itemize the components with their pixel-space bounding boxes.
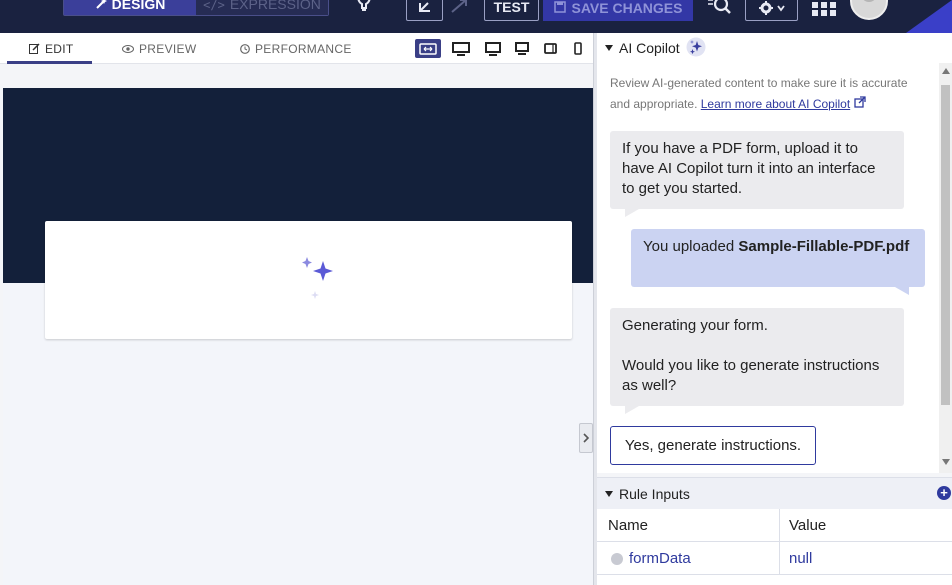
- external-link-icon[interactable]: [853, 96, 866, 111]
- redo-icon[interactable]: [448, 0, 472, 21]
- ai-message-bubble: Generating your form. Would you like to …: [610, 308, 904, 406]
- editor-tab-bar: EDIT PREVIEW PERFORMANCE: [0, 33, 596, 64]
- gear-icon: [758, 1, 785, 15]
- input-status-dot: [611, 553, 623, 565]
- top-bar: DESIGN </> EXPRESSION TEST SAVE CHANGES: [0, 0, 952, 33]
- generate-instructions-button[interactable]: Yes, generate instructions.: [610, 426, 816, 465]
- scroll-down-arrow[interactable]: [942, 459, 950, 465]
- fit-width-icon: [419, 42, 437, 55]
- ai-message-line: Generating your form.: [622, 317, 768, 334]
- tab-edit[interactable]: EDIT: [29, 33, 74, 64]
- phone-icon: [574, 42, 582, 55]
- scroll-up-arrow[interactable]: [942, 68, 950, 74]
- ai-message-line: Would you like to generate instructions …: [622, 357, 880, 394]
- rule-input-name[interactable]: formData: [629, 550, 691, 567]
- lightbulb-icon[interactable]: [354, 0, 374, 17]
- monitor-icon: [485, 41, 501, 56]
- eye-icon: [122, 44, 134, 53]
- copilot-chat: Review AI-generated content to make sure…: [597, 63, 939, 473]
- device-desktop-wide-button[interactable]: [450, 39, 472, 58]
- device-fit-width-button[interactable]: [415, 39, 441, 58]
- bubble-tail: [625, 406, 639, 414]
- collapse-caret-icon: [605, 490, 613, 497]
- device-phone-button[interactable]: [571, 39, 585, 58]
- uploaded-filename: Sample-Fillable-PDF.pdf: [738, 238, 910, 255]
- clock-icon: [240, 43, 250, 54]
- add-rule-input-icon[interactable]: +: [937, 486, 951, 500]
- tab-performance[interactable]: PERFORMANCE: [240, 33, 352, 64]
- copilot-title: AI Copilot: [619, 40, 680, 56]
- settings-menu-button[interactable]: [745, 0, 798, 21]
- expression-mode-button[interactable]: </> EXPRESSION: [196, 0, 328, 15]
- tab-edit-label: EDIT: [45, 41, 74, 56]
- copilot-sparkle-icon: [686, 37, 706, 60]
- mode-switch: DESIGN </> EXPRESSION: [63, 0, 329, 16]
- generation-placeholder-card: [45, 221, 572, 339]
- user-message-bubble: You uploaded Sample-Fillable-PDF.pdf: [631, 229, 925, 287]
- ai-message-bubble: If you have a PDF form, upload it to hav…: [610, 131, 904, 209]
- rule-inputs-title: Rule Inputs: [619, 485, 690, 502]
- generate-instructions-label: Yes, generate instructions.: [624, 437, 802, 454]
- ai-notice: Review AI-generated content to make sure…: [610, 73, 930, 115]
- test-label: TEST: [493, 0, 530, 15]
- expression-mode-label: EXPRESSION: [229, 0, 321, 12]
- table-header: Name Value: [597, 509, 952, 542]
- wand-icon: [95, 0, 107, 12]
- ai-sparkle-icon: [301, 255, 335, 310]
- save-icon: [553, 0, 566, 16]
- undo-button[interactable]: [406, 0, 443, 21]
- table-row[interactable]: formData null: [597, 542, 952, 575]
- rule-inputs-header[interactable]: Rule Inputs +: [597, 477, 952, 509]
- chat-scrollbar[interactable]: [939, 63, 952, 473]
- edit-icon: [29, 43, 40, 54]
- tablet-icon: [543, 43, 557, 54]
- column-header-name: Name: [608, 517, 649, 534]
- desktop-icon: [452, 41, 470, 56]
- code-icon: </>: [203, 0, 225, 12]
- search-dependents-icon[interactable]: [706, 0, 732, 21]
- ai-message-text: If you have a PDF form, upload it to hav…: [622, 140, 876, 197]
- tab-performance-label: PERFORMANCE: [255, 41, 352, 56]
- tab-preview[interactable]: PREVIEW: [122, 33, 196, 64]
- undo-icon: [418, 2, 430, 12]
- save-changes-button[interactable]: SAVE CHANGES: [543, 0, 693, 21]
- device-desktop-button[interactable]: [482, 39, 504, 58]
- brand-corner: [906, 0, 952, 33]
- apps-grid-icon[interactable]: [812, 0, 836, 21]
- learn-more-label: Learn more about AI Copilot: [700, 97, 851, 111]
- design-mode-button[interactable]: DESIGN: [64, 0, 196, 15]
- device-laptop-button[interactable]: [512, 39, 532, 58]
- design-mode-label: DESIGN: [111, 0, 166, 12]
- collapse-pane-button[interactable]: [579, 423, 593, 453]
- active-tab-indicator: [7, 61, 92, 64]
- column-header-value: Value: [789, 517, 827, 534]
- collapse-caret-icon: [605, 45, 613, 51]
- learn-more-link[interactable]: Learn more about AI Copilot: [701, 97, 850, 111]
- bubble-tail: [625, 209, 639, 217]
- test-button[interactable]: TEST: [484, 0, 539, 21]
- laptop-icon: [515, 42, 529, 55]
- user-avatar[interactable]: [850, 0, 888, 20]
- scroll-thumb[interactable]: [941, 85, 950, 405]
- device-tablet-button[interactable]: [541, 39, 559, 58]
- save-changes-label: SAVE CHANGES: [571, 0, 683, 16]
- rule-inputs-table: Name Value formData null: [597, 509, 952, 585]
- tab-preview-label: PREVIEW: [139, 41, 197, 56]
- bubble-tail: [895, 287, 909, 295]
- rule-input-value[interactable]: null: [789, 550, 812, 567]
- user-message-prefix: You uploaded: [643, 238, 739, 255]
- column-separator: [779, 509, 780, 575]
- copilot-section-header[interactable]: AI Copilot: [597, 33, 952, 63]
- design-canvas[interactable]: [3, 88, 593, 585]
- chevron-right-icon: [583, 433, 590, 443]
